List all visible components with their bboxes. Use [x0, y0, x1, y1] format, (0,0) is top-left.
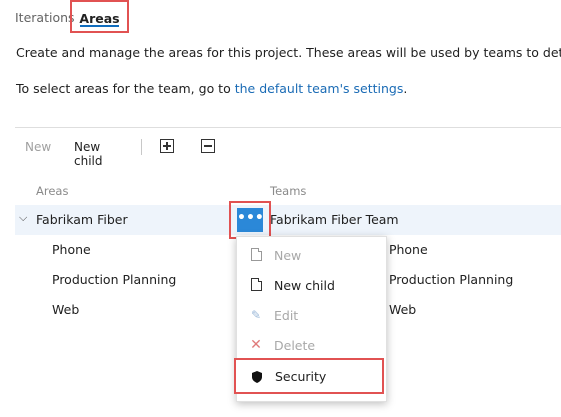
menu-item-edit[interactable]: ✎ Edit — [237, 301, 384, 331]
more-actions-button-highlight: ••• — [229, 201, 271, 239]
new-child-doc-icon — [249, 278, 263, 292]
table-row[interactable]: ⌵ Fabrikam Fiber Fabrikam Fiber Team — [15, 205, 561, 235]
default-team-settings-link[interactable]: the default team's settings — [235, 81, 404, 96]
area-name: Web — [52, 302, 80, 317]
column-header-teams[interactable]: Teams — [270, 184, 306, 198]
column-header-areas[interactable]: Areas — [36, 184, 68, 198]
tab-iterations[interactable]: Iterations — [15, 0, 75, 36]
menu-item-label: Edit — [274, 308, 299, 323]
team-settings-hint: To select areas for the team, go to the … — [16, 81, 407, 96]
menu-item-label: New child — [274, 278, 335, 293]
toolbar-separator — [141, 139, 142, 155]
area-name: Phone — [52, 242, 91, 257]
menu-item-security[interactable]: Security — [234, 358, 384, 394]
hint-text: To select areas for the team, go to — [16, 81, 235, 96]
hint-period: . — [403, 81, 408, 96]
tab-areas-label: Areas — [79, 11, 120, 26]
shield-icon — [250, 369, 264, 383]
new-button[interactable]: New — [25, 140, 51, 154]
new-child-button[interactable]: New child — [74, 140, 103, 168]
chevron-down-icon[interactable]: ⌵ — [19, 211, 27, 225]
team-name: , Production Planning — [381, 272, 514, 287]
page-description: Create and manage the areas for this pro… — [16, 45, 561, 60]
menu-item-delete[interactable]: ✕ Delete — [237, 331, 384, 361]
divider — [15, 127, 561, 128]
team-name: Fabrikam Fiber Team — [270, 212, 399, 227]
pencil-icon: ✎ — [250, 308, 262, 322]
menu-item-label: Delete — [274, 338, 316, 353]
tab-areas[interactable]: Areas — [70, 0, 129, 33]
x-icon: ✕ — [250, 337, 262, 353]
menu-item-new[interactable]: New — [237, 241, 384, 271]
menu-item-new-child[interactable]: New child — [237, 271, 384, 301]
expand-all-icon[interactable] — [160, 139, 174, 153]
new-doc-icon — [249, 248, 263, 262]
area-name: Production Planning — [52, 272, 177, 287]
menu-item-label: New — [274, 248, 302, 263]
tab-selected-indicator — [80, 25, 119, 27]
more-actions-button[interactable]: ••• — [237, 208, 264, 232]
area-name: Fabrikam Fiber — [36, 212, 128, 227]
tab-bar: Iterations Areas — [0, 0, 561, 36]
menu-item-label: Security — [275, 369, 327, 384]
team-name: , Phone — [381, 242, 428, 257]
collapse-all-icon[interactable] — [201, 139, 215, 153]
